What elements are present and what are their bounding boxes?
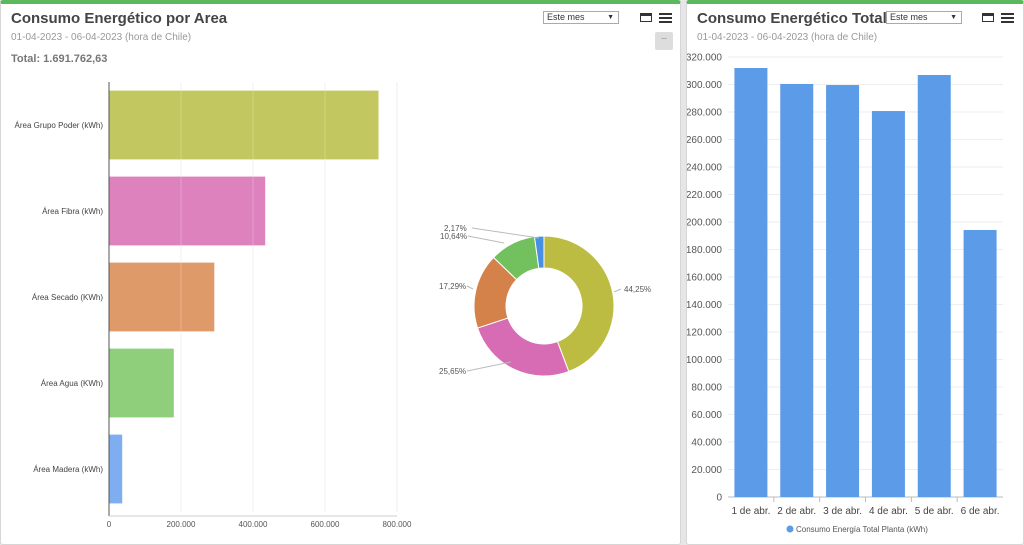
category-label: Área Agua (KWh) bbox=[41, 379, 104, 388]
y-tick-label: 260.000 bbox=[687, 135, 722, 146]
bar bbox=[109, 90, 379, 160]
y-tick-label: 40.000 bbox=[691, 438, 722, 449]
x-tick-label: 4 de abr. bbox=[869, 506, 908, 517]
donut-label: 2,17% bbox=[444, 224, 467, 233]
y-tick-label: 160.000 bbox=[687, 273, 722, 284]
category-label: Área Madera (kWh) bbox=[33, 465, 103, 474]
category-label: Área Grupo Poder (kWh) bbox=[15, 121, 104, 130]
donut-label: 25,65% bbox=[439, 367, 466, 376]
bar bbox=[826, 85, 860, 498]
y-tick-label: 60.000 bbox=[691, 410, 722, 421]
bar bbox=[780, 83, 814, 497]
bar bbox=[734, 68, 768, 497]
category-label: Área Secado (KWh) bbox=[32, 293, 103, 302]
bar bbox=[917, 75, 951, 497]
bar bbox=[109, 176, 266, 246]
label-connector bbox=[466, 361, 512, 372]
label-connector bbox=[466, 285, 474, 290]
donut-label: 10,64% bbox=[440, 232, 467, 241]
y-tick-label: 200.000 bbox=[687, 218, 722, 229]
y-tick-label: 240.000 bbox=[687, 163, 722, 174]
x-tick-label: 3 de abr. bbox=[823, 506, 862, 517]
x-tick-label: 6 de abr. bbox=[961, 506, 1000, 517]
y-tick-label: 140.000 bbox=[687, 300, 722, 311]
y-tick-label: 180.000 bbox=[687, 245, 722, 256]
x-tick-label: 2 de abr. bbox=[777, 506, 816, 517]
x-tick-label: 400.000 bbox=[239, 520, 268, 529]
y-tick-label: 0 bbox=[716, 493, 722, 504]
y-tick-label: 320.000 bbox=[687, 53, 722, 64]
bar bbox=[109, 434, 123, 504]
x-tick-label: 0 bbox=[107, 520, 112, 529]
x-tick-label: 200.000 bbox=[167, 520, 196, 529]
y-tick-label: 300.000 bbox=[687, 80, 722, 91]
y-tick-label: 80.000 bbox=[691, 383, 722, 394]
donut-slice bbox=[476, 317, 570, 377]
donut-label: 17,29% bbox=[439, 282, 466, 291]
legend-marker bbox=[786, 525, 794, 533]
x-tick-label: 5 de abr. bbox=[915, 506, 954, 517]
y-tick-label: 280.000 bbox=[687, 108, 722, 119]
label-connector bbox=[471, 227, 540, 239]
y-tick-label: 100.000 bbox=[687, 355, 722, 366]
bar bbox=[963, 229, 997, 497]
daily-bar-chart: 0 20.000 40.000 60.000 80.000 100.000 120.000 1… bbox=[687, 53, 1003, 534]
y-tick-label: 20.000 bbox=[691, 465, 722, 476]
label-connector bbox=[467, 235, 505, 244]
donut-label: 44,25% bbox=[624, 285, 651, 294]
x-tick-label: 800.000 bbox=[383, 520, 412, 529]
total-consumption-panel: Consumo Energético Total 01-04-2023 - 06… bbox=[686, 0, 1024, 545]
area-consumption-panel: Consumo Energético por Area 01-04-2023 -… bbox=[0, 0, 681, 545]
y-tick-label: 120.000 bbox=[687, 328, 722, 339]
legend-label: Consumo Energía Total Planta (kWh) bbox=[796, 525, 928, 534]
bar bbox=[871, 111, 905, 497]
category-label: Área Fibra (kWh) bbox=[42, 207, 103, 216]
label-connector bbox=[613, 288, 622, 293]
bar bbox=[109, 262, 215, 332]
y-tick-label: 220.000 bbox=[687, 190, 722, 201]
x-tick-label: 1 de abr. bbox=[731, 506, 770, 517]
bar bbox=[109, 348, 174, 418]
area-charts: 0 200.000 400.000 600.000 800.000 Área Grupo … bbox=[15, 82, 651, 529]
x-tick-label: 600.000 bbox=[311, 520, 340, 529]
